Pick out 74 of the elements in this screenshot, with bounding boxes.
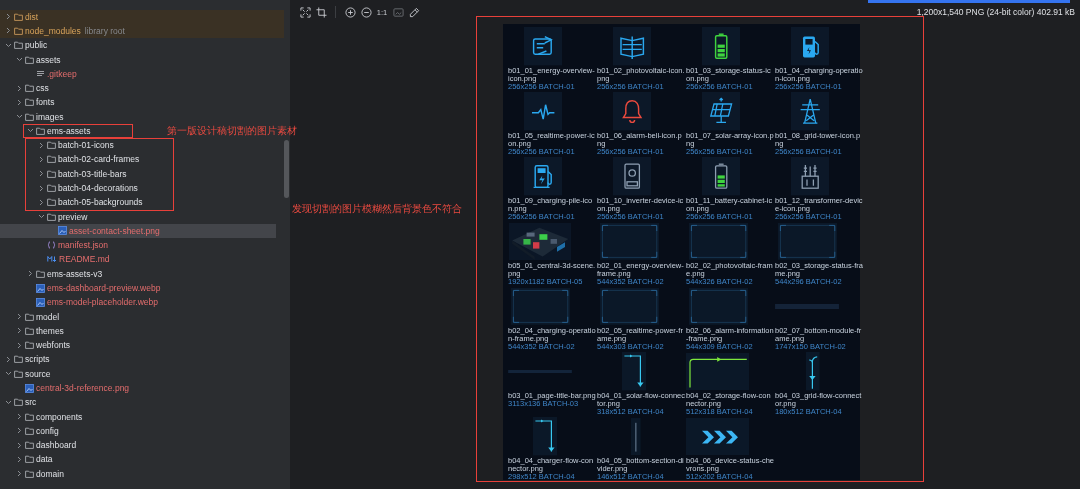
tree-item[interactable]: README.md — [36, 253, 110, 265]
tree-item[interactable]: scripts — [3, 353, 50, 365]
chevrons-icon — [686, 417, 750, 456]
connector-drawing — [806, 352, 820, 391]
tree-item[interactable]: assets — [14, 54, 61, 65]
bell-icon — [613, 92, 652, 131]
markdown-icon — [47, 255, 57, 264]
card-arrows-icon — [524, 27, 563, 66]
tree-item[interactable]: manifest.json — [36, 239, 109, 251]
tree-item[interactable]: batch-03-title-bars — [36, 168, 127, 180]
divider-drawing — [631, 417, 641, 456]
transformer-icon — [791, 157, 830, 196]
annotation-note: 第一版设计稿切割的图片素材 — [167, 124, 297, 138]
frame-drawing — [600, 288, 660, 325]
image-file-icon — [36, 297, 45, 307]
frame-drawing — [689, 223, 749, 260]
image-info: 1,200x1,540 PNG (24-bit color) 402.91 kB — [916, 7, 1075, 17]
panel-icon — [613, 27, 652, 66]
tree-item[interactable]: batch-05-backgrounds — [36, 196, 143, 208]
tree-item[interactable]: ems-model-placeholder.webp — [25, 296, 159, 308]
tree-item[interactable]: model — [14, 311, 60, 323]
tree-item[interactable]: domain — [14, 468, 64, 480]
tree-item[interactable]: batch-04-decorations — [36, 182, 138, 194]
frame-drawing — [778, 223, 838, 260]
bar-drawing — [775, 303, 839, 310]
battery-icon — [702, 157, 741, 196]
tree-item[interactable]: components — [14, 411, 83, 423]
tree-item[interactable]: source — [3, 368, 51, 380]
scrollbar[interactable] — [284, 140, 289, 198]
tree-item[interactable]: batch-02-card-frames — [36, 154, 140, 165]
frame-drawing — [689, 288, 749, 325]
tree-item[interactable]: webfonts — [14, 339, 71, 351]
annotation-note: 发现切割的图片模糊然后背景色不符合 — [292, 202, 462, 216]
solar-panel-icon — [702, 92, 741, 131]
tree-item[interactable]: themes — [14, 325, 64, 337]
tree-item[interactable]: config — [14, 425, 59, 437]
color-picker-button[interactable] — [407, 5, 421, 19]
tree-item[interactable]: images — [14, 111, 64, 123]
power-tower-icon — [791, 92, 830, 131]
tree-item[interactable]: central-3d-reference.png — [14, 382, 130, 394]
image-file-icon — [25, 383, 34, 393]
image-file-icon — [58, 226, 67, 236]
tree-item[interactable]: batch-01-icons — [36, 139, 114, 151]
tree-item[interactable]: data — [14, 453, 53, 465]
zoom-in-button[interactable] — [343, 5, 357, 19]
braces-icon — [47, 241, 56, 250]
tree-item[interactable]: preview — [36, 211, 88, 223]
fuel-pump-icon — [791, 27, 830, 66]
image-file-icon — [36, 283, 45, 293]
zoom-out-button[interactable] — [359, 5, 373, 19]
pulse-icon — [524, 92, 563, 131]
tree-item[interactable]: .gitkeep — [25, 68, 77, 80]
tree-item[interactable]: css — [14, 82, 49, 94]
tree-item[interactable]: dashboard — [14, 439, 77, 451]
crop-button[interactable] — [314, 5, 328, 19]
connector-drawing — [686, 352, 750, 391]
connector-drawing — [622, 352, 646, 391]
tree-item[interactable]: src — [3, 396, 37, 408]
fuel-pump-icon — [524, 157, 563, 196]
fit-to-window-button[interactable] — [298, 5, 312, 19]
frame-drawing — [511, 288, 571, 325]
tree-item[interactable]: dist — [0, 9, 284, 24]
bar-drawing — [508, 369, 572, 374]
battery-icon — [702, 27, 741, 66]
frame-drawing — [600, 223, 660, 260]
tree-item[interactable]: ems-assets — [25, 125, 91, 137]
folder-icon — [36, 269, 45, 278]
tree-item[interactable]: public — [3, 39, 48, 51]
connector-drawing — [533, 417, 557, 456]
device-icon — [613, 157, 652, 196]
lines-icon — [36, 69, 45, 78]
tree-item[interactable]: fonts — [14, 96, 55, 108]
tree-item[interactable]: ems-dashboard-preview.webp — [25, 282, 161, 294]
tree-item[interactable]: ems-assets-v3 — [25, 268, 103, 280]
